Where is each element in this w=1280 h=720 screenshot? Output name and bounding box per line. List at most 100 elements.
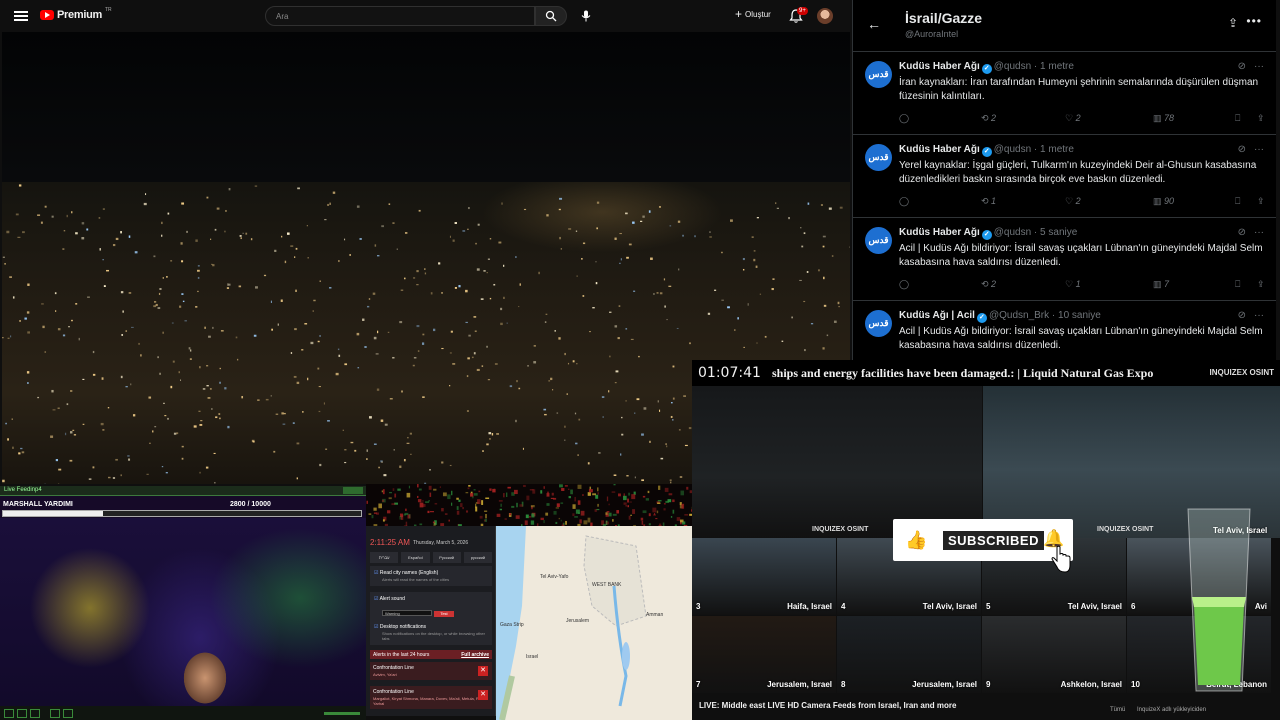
filter-all[interactable]: Tümü — [1110, 707, 1125, 713]
create-button[interactable]: + Oluştur — [735, 8, 771, 20]
reply-button[interactable]: ◯ — [899, 113, 909, 124]
share-icon[interactable]: ⇪ — [1257, 113, 1265, 124]
search-input[interactable]: Ara — [265, 6, 535, 26]
author-handle[interactable]: @qudsn — [994, 227, 1031, 238]
alert-item[interactable]: Confrontation Line Margaliot, Kiryat Shm… — [370, 686, 492, 709]
reply-button[interactable]: ◯ — [899, 279, 909, 290]
window-buttons[interactable] — [343, 487, 363, 494]
radar-blip — [691, 509, 695, 512]
tweet-author[interactable]: Kudüs Haber Ağı ✓ @qudsn · 1 metre — [899, 61, 1074, 74]
read-names-setting[interactable]: Read city names (English) Alerts will re… — [370, 566, 492, 586]
camera-feed-3[interactable]: 3 Haifa, Israel — [692, 538, 836, 615]
voice-search-button[interactable] — [576, 6, 596, 26]
views-button[interactable]: ▥ 90 — [1153, 196, 1174, 207]
camera-feed-1[interactable]: INQUIZEX OSINT — [692, 386, 982, 538]
next-icon[interactable] — [63, 709, 73, 718]
share-icon[interactable]: ⇪ — [1257, 279, 1265, 290]
city-light — [120, 474, 122, 477]
views-button[interactable]: ▥ 7 — [1153, 279, 1169, 290]
menu-icon[interactable] — [14, 9, 28, 23]
language-button[interactable]: Español — [401, 552, 430, 563]
volume-slider[interactable] — [324, 712, 360, 715]
video-title[interactable]: LIVE: Middle east LIVE HD Camera Feeds f… — [699, 701, 956, 710]
avatar[interactable]: قدس — [865, 227, 892, 254]
radar-blip — [560, 519, 562, 522]
pause-icon[interactable] — [17, 709, 27, 718]
views-button[interactable]: ▥ 78 — [1153, 113, 1174, 124]
author-handle[interactable]: @qudsn — [994, 144, 1031, 155]
stop-icon[interactable] — [30, 709, 40, 718]
bookmark-icon[interactable]: ⎕ — [1235, 113, 1240, 124]
grok-icon[interactable]: ⊘ — [1238, 310, 1246, 321]
tweet[interactable]: قدس Kudüs Haber Ağı ✓ @qudsn · 1 metre ⊘ ··· İ… — [853, 52, 1276, 135]
city-light — [290, 352, 293, 354]
tweet-author[interactable]: Kudüs Ağı | Acil ✓ @Qudsn_Brk · 10 saniye — [899, 310, 1101, 323]
tweet-time[interactable]: 5 saniye — [1040, 227, 1077, 238]
alert-sound-checkbox[interactable]: Alert sound — [374, 596, 488, 602]
avatar[interactable]: قدس — [865, 61, 892, 88]
prev-icon[interactable] — [50, 709, 60, 718]
author-handle[interactable]: @Qudsn_Brk — [989, 310, 1049, 321]
city-light — [294, 256, 296, 258]
tweet[interactable]: قدس Kudüs Haber Ağı ✓ @qudsn · 1 metre ⊘ ··· Y… — [853, 135, 1276, 218]
sound-select[interactable]: Warning — [382, 610, 432, 616]
bookmark-icon[interactable]: ⎕ — [1235, 279, 1240, 290]
author-name[interactable]: Kudüs Haber Ağı — [899, 144, 980, 155]
back-arrow-icon[interactable]: ← — [867, 16, 881, 32]
more-icon[interactable]: ··· — [1254, 310, 1264, 321]
language-button[interactable]: русский — [463, 552, 492, 563]
israel-map[interactable]: Tel Aviv-Yafo Jerusalem WEST BANK Israel… — [496, 526, 692, 720]
read-names-checkbox[interactable]: Read city names (English) — [374, 570, 488, 576]
more-icon[interactable]: ••• — [1246, 14, 1262, 28]
grok-icon[interactable]: ⊘ — [1238, 144, 1246, 155]
camera-feed-8[interactable]: 8 Jerusalem, Israel — [837, 616, 981, 693]
full-archive-link[interactable]: Full archive — [461, 652, 489, 658]
city-light — [626, 256, 629, 259]
uploader-filter[interactable]: InquizeX adlı yükleyiciden — [1137, 707, 1206, 713]
more-icon[interactable]: ··· — [1254, 144, 1264, 155]
city-light — [112, 243, 116, 247]
retweet-button[interactable]: ⟲ 2 — [981, 279, 996, 290]
author-name[interactable]: Kudüs Haber Ağı — [899, 227, 980, 238]
desktop-notifications-checkbox[interactable]: Desktop notifications — [374, 624, 488, 630]
city-light — [82, 423, 85, 425]
camera-feed-7[interactable]: 7 Jerusalem, Israel — [692, 616, 836, 693]
grok-icon[interactable]: ⊘ — [1238, 61, 1246, 72]
test-sound-button[interactable]: Test — [434, 611, 454, 617]
language-button[interactable]: עברית — [370, 552, 399, 563]
like-button[interactable]: ♡ 1 — [1065, 279, 1081, 290]
share-icon[interactable]: ⇪ — [1228, 16, 1238, 30]
city-light — [9, 276, 12, 278]
tweet-time[interactable]: 10 saniye — [1058, 310, 1101, 321]
reply-button[interactable]: ◯ — [899, 196, 909, 207]
retweet-button[interactable]: ⟲ 1 — [981, 196, 996, 207]
author-handle[interactable]: @qudsn — [994, 61, 1031, 72]
retweet-button[interactable]: ⟲ 2 — [981, 113, 996, 124]
more-icon[interactable]: ··· — [1254, 61, 1264, 72]
share-icon[interactable]: ⇪ — [1257, 196, 1265, 207]
alert-item[interactable]: Confrontation Line Avivim, Ya'ari ✕ — [370, 662, 492, 680]
youtube-logo[interactable]: Premium TR — [40, 7, 112, 21]
like-button[interactable]: ♡ 2 — [1065, 113, 1081, 124]
play-icon[interactable] — [4, 709, 14, 718]
author-name[interactable]: Kudüs Haber Ağı — [899, 61, 980, 72]
bookmark-icon[interactable]: ⎕ — [1235, 196, 1240, 207]
author-name[interactable]: Kudüs Ağı | Acil — [899, 310, 975, 321]
like-button[interactable]: ♡ 2 — [1065, 196, 1081, 207]
tweet[interactable]: قدس Kudüs Ağı | Acil ✓ @Qudsn_Brk · 10 sani… — [853, 301, 1276, 360]
language-button[interactable]: Русский — [432, 552, 461, 563]
tweet-time[interactable]: 1 metre — [1040, 144, 1074, 155]
tweet[interactable]: قدس Kudüs Haber Ağı ✓ @qudsn · 5 saniye ⊘ ···… — [853, 218, 1276, 301]
avatar[interactable] — [817, 8, 833, 24]
avatar[interactable]: قدس — [865, 310, 892, 337]
alert-app-time: 2:11:25 AM — [370, 538, 410, 547]
more-icon[interactable]: ··· — [1254, 227, 1264, 238]
tweet-time[interactable]: 1 metre — [1040, 61, 1074, 72]
mic-icon — [581, 10, 591, 22]
search-button[interactable] — [535, 6, 567, 26]
camera-feed-9[interactable]: 9 Ashkelon, Israel — [982, 616, 1126, 693]
avatar[interactable]: قدس — [865, 144, 892, 171]
tweet-author[interactable]: Kudüs Haber Ağı ✓ @qudsn · 5 saniye — [899, 227, 1077, 240]
tweet-author[interactable]: Kudüs Haber Ağı ✓ @qudsn · 1 metre — [899, 144, 1074, 157]
grok-icon[interactable]: ⊘ — [1238, 227, 1246, 238]
